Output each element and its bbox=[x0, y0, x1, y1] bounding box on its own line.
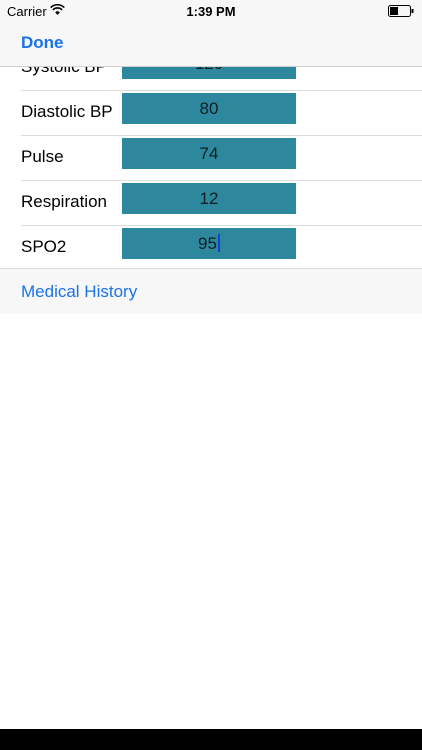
battery-icon bbox=[388, 5, 414, 17]
done-button[interactable]: Done bbox=[21, 33, 64, 53]
spo2-field[interactable]: 95 bbox=[122, 228, 296, 259]
vital-row-pulse: Pulse 74 bbox=[0, 136, 422, 181]
vital-row-systolic-bp: Systolic BP 120 bbox=[0, 66, 422, 91]
vital-value: 80 bbox=[199, 99, 219, 118]
vital-value: 95 bbox=[198, 234, 217, 253]
clock: 1:39 PM bbox=[186, 4, 236, 19]
vital-label: Respiration bbox=[21, 192, 107, 211]
vital-label: Diastolic BP bbox=[21, 102, 113, 121]
vital-row-respiration: Respiration 12 bbox=[0, 181, 422, 226]
text-cursor bbox=[217, 234, 220, 253]
vital-row-spo2: SPO2 95 bbox=[0, 226, 422, 268]
status-bar: Carrier 1:39 PM bbox=[0, 0, 422, 22]
navigation-bar: Done bbox=[0, 22, 422, 66]
medical-history-link[interactable]: Medical History bbox=[21, 282, 137, 302]
vital-row-diastolic-bp: Diastolic BP 80 bbox=[0, 91, 422, 136]
vital-label: SPO2 bbox=[21, 237, 67, 256]
nav-bar-divider bbox=[0, 66, 422, 67]
vital-value: 74 bbox=[199, 144, 219, 163]
medical-history-bar: Medical History bbox=[0, 269, 422, 314]
pulse-field[interactable]: 74 bbox=[122, 138, 296, 169]
diastolic-bp-field[interactable]: 80 bbox=[122, 93, 296, 124]
respiration-field[interactable]: 12 bbox=[122, 183, 296, 214]
vital-label: Systolic BP bbox=[21, 66, 107, 76]
vitals-form: Systolic BP 120 Diastolic BP 80 Pulse 74… bbox=[0, 66, 422, 268]
vital-value: 12 bbox=[199, 189, 219, 208]
vital-label: Pulse bbox=[21, 147, 64, 166]
systolic-bp-field[interactable]: 120 bbox=[122, 66, 296, 79]
bottom-black-strip bbox=[0, 729, 422, 750]
vital-value: 120 bbox=[195, 66, 223, 73]
